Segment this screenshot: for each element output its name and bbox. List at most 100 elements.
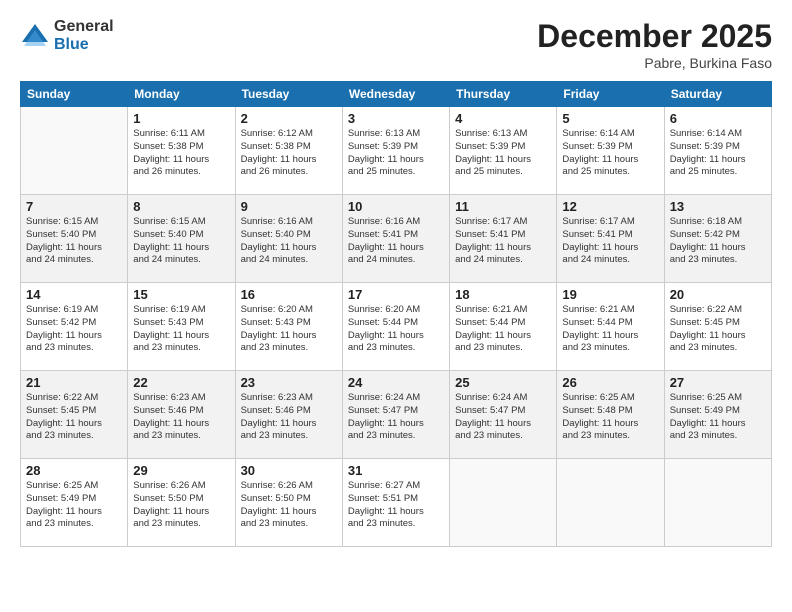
day-number: 22	[133, 375, 229, 390]
day-number: 23	[241, 375, 337, 390]
calendar-week-row: 1 Sunrise: 6:11 AM Sunset: 5:38 PM Daylig…	[21, 107, 772, 195]
calendar-day-cell: 22 Sunrise: 6:23 AM Sunset: 5:46 PM Dayli…	[128, 371, 235, 459]
title-block: December 2025 Pabre, Burkina Faso	[537, 18, 772, 71]
col-tuesday: Tuesday	[235, 82, 342, 107]
day-info: Sunrise: 6:20 AM Sunset: 5:44 PM Dayligh…	[348, 304, 444, 355]
month-title: December 2025	[537, 18, 772, 55]
day-number: 20	[670, 287, 766, 302]
col-friday: Friday	[557, 82, 664, 107]
day-number: 8	[133, 199, 229, 214]
day-number: 30	[241, 463, 337, 478]
calendar-body: 1 Sunrise: 6:11 AM Sunset: 5:38 PM Daylig…	[21, 107, 772, 547]
day-number: 4	[455, 111, 551, 126]
calendar-day-cell: 20Sunrise: 6:22 AM Sunset: 5:45 PM Dayli…	[664, 283, 771, 371]
calendar-day-cell: 2Sunrise: 6:12 AM Sunset: 5:38 PM Daylig…	[235, 107, 342, 195]
calendar-day-cell: 11Sunrise: 6:17 AM Sunset: 5:41 PM Dayli…	[450, 195, 557, 283]
day-info: Sunrise: 6:16 AM Sunset: 5:40 PM Dayligh…	[241, 216, 337, 267]
day-info: Sunrise: 6:15 AM Sunset: 5:40 PM Dayligh…	[26, 216, 122, 267]
col-monday: Monday	[128, 82, 235, 107]
day-number: 12	[562, 199, 658, 214]
day-number: 17	[348, 287, 444, 302]
day-info: Sunrise: 6:26 AM Sunset: 5:50 PM Dayligh…	[133, 480, 229, 531]
calendar-day-cell: 6 Sunrise: 6:14 AM Sunset: 5:39 PM Daylig…	[664, 107, 771, 195]
day-info: Sunrise: 6:21 AM Sunset: 5:44 PM Dayligh…	[562, 304, 658, 355]
day-number: 29	[133, 463, 229, 478]
day-number: 3	[348, 111, 444, 126]
calendar-day-cell: 28 Sunrise: 6:25 AM Sunset: 5:49 PM Dayli…	[21, 459, 128, 547]
day-number: 1	[133, 111, 229, 126]
col-sunday: Sunday	[21, 82, 128, 107]
calendar-week-row: 28 Sunrise: 6:25 AM Sunset: 5:49 PM Dayli…	[21, 459, 772, 547]
calendar-day-cell: 26 Sunrise: 6:25 AM Sunset: 5:48 PM Dayli…	[557, 371, 664, 459]
day-info: Sunrise: 6:14 AM Sunset: 5:39 PM Dayligh…	[670, 128, 766, 179]
calendar-day-cell: 16Sunrise: 6:20 AM Sunset: 5:43 PM Dayli…	[235, 283, 342, 371]
calendar-day-cell: 7 Sunrise: 6:15 AM Sunset: 5:40 PM Daylig…	[21, 195, 128, 283]
day-number: 25	[455, 375, 551, 390]
calendar-week-row: 21Sunrise: 6:22 AM Sunset: 5:45 PM Dayli…	[21, 371, 772, 459]
day-info: Sunrise: 6:13 AM Sunset: 5:39 PM Dayligh…	[348, 128, 444, 179]
day-info: Sunrise: 6:23 AM Sunset: 5:46 PM Dayligh…	[133, 392, 229, 443]
calendar-day-cell: 4 Sunrise: 6:13 AM Sunset: 5:39 PM Daylig…	[450, 107, 557, 195]
day-info: Sunrise: 6:17 AM Sunset: 5:41 PM Dayligh…	[562, 216, 658, 267]
day-number: 21	[26, 375, 122, 390]
day-info: Sunrise: 6:19 AM Sunset: 5:42 PM Dayligh…	[26, 304, 122, 355]
day-info: Sunrise: 6:20 AM Sunset: 5:43 PM Dayligh…	[241, 304, 337, 355]
day-number: 19	[562, 287, 658, 302]
day-info: Sunrise: 6:25 AM Sunset: 5:49 PM Dayligh…	[670, 392, 766, 443]
calendar-day-cell: 9 Sunrise: 6:16 AM Sunset: 5:40 PM Daylig…	[235, 195, 342, 283]
calendar-day-cell: 31Sunrise: 6:27 AM Sunset: 5:51 PM Dayli…	[342, 459, 449, 547]
logo: General Blue	[20, 18, 114, 53]
day-number: 31	[348, 463, 444, 478]
calendar-day-cell: 19 Sunrise: 6:21 AM Sunset: 5:44 PM Dayli…	[557, 283, 664, 371]
calendar-day-cell	[21, 107, 128, 195]
calendar-day-cell: 18 Sunrise: 6:21 AM Sunset: 5:44 PM Dayli…	[450, 283, 557, 371]
day-number: 13	[670, 199, 766, 214]
day-number: 7	[26, 199, 122, 214]
calendar-day-cell: 25 Sunrise: 6:24 AM Sunset: 5:47 PM Dayli…	[450, 371, 557, 459]
calendar-day-cell: 10 Sunrise: 6:16 AM Sunset: 5:41 PM Dayli…	[342, 195, 449, 283]
calendar-day-cell: 14Sunrise: 6:19 AM Sunset: 5:42 PM Dayli…	[21, 283, 128, 371]
calendar-day-cell: 8 Sunrise: 6:15 AM Sunset: 5:40 PM Daylig…	[128, 195, 235, 283]
day-number: 6	[670, 111, 766, 126]
day-info: Sunrise: 6:26 AM Sunset: 5:50 PM Dayligh…	[241, 480, 337, 531]
calendar-day-cell	[664, 459, 771, 547]
day-number: 24	[348, 375, 444, 390]
day-info: Sunrise: 6:24 AM Sunset: 5:47 PM Dayligh…	[455, 392, 551, 443]
day-number: 26	[562, 375, 658, 390]
day-number: 10	[348, 199, 444, 214]
col-saturday: Saturday	[664, 82, 771, 107]
col-thursday: Thursday	[450, 82, 557, 107]
day-info: Sunrise: 6:12 AM Sunset: 5:38 PM Dayligh…	[241, 128, 337, 179]
calendar-day-cell: 12 Sunrise: 6:17 AM Sunset: 5:41 PM Dayli…	[557, 195, 664, 283]
calendar-day-cell: 21Sunrise: 6:22 AM Sunset: 5:45 PM Dayli…	[21, 371, 128, 459]
day-info: Sunrise: 6:11 AM Sunset: 5:38 PM Dayligh…	[133, 128, 229, 179]
day-info: Sunrise: 6:16 AM Sunset: 5:41 PM Dayligh…	[348, 216, 444, 267]
calendar-day-cell: 30 Sunrise: 6:26 AM Sunset: 5:50 PM Dayli…	[235, 459, 342, 547]
day-number: 9	[241, 199, 337, 214]
calendar-header-row: Sunday Monday Tuesday Wednesday Thursday…	[21, 82, 772, 107]
col-wednesday: Wednesday	[342, 82, 449, 107]
day-number: 27	[670, 375, 766, 390]
day-info: Sunrise: 6:14 AM Sunset: 5:39 PM Dayligh…	[562, 128, 658, 179]
day-number: 28	[26, 463, 122, 478]
day-number: 5	[562, 111, 658, 126]
calendar-page: General Blue December 2025 Pabre, Burkin…	[0, 0, 792, 612]
day-info: Sunrise: 6:21 AM Sunset: 5:44 PM Dayligh…	[455, 304, 551, 355]
calendar-week-row: 7 Sunrise: 6:15 AM Sunset: 5:40 PM Daylig…	[21, 195, 772, 283]
page-header: General Blue December 2025 Pabre, Burkin…	[20, 18, 772, 71]
calendar-day-cell: 17 Sunrise: 6:20 AM Sunset: 5:44 PM Dayli…	[342, 283, 449, 371]
day-info: Sunrise: 6:24 AM Sunset: 5:47 PM Dayligh…	[348, 392, 444, 443]
calendar-day-cell	[557, 459, 664, 547]
logo-icon	[20, 22, 50, 50]
calendar-week-row: 14Sunrise: 6:19 AM Sunset: 5:42 PM Dayli…	[21, 283, 772, 371]
day-info: Sunrise: 6:15 AM Sunset: 5:40 PM Dayligh…	[133, 216, 229, 267]
day-info: Sunrise: 6:25 AM Sunset: 5:49 PM Dayligh…	[26, 480, 122, 531]
calendar-day-cell: 5 Sunrise: 6:14 AM Sunset: 5:39 PM Daylig…	[557, 107, 664, 195]
calendar-table: Sunday Monday Tuesday Wednesday Thursday…	[20, 81, 772, 547]
day-number: 15	[133, 287, 229, 302]
day-number: 18	[455, 287, 551, 302]
day-info: Sunrise: 6:25 AM Sunset: 5:48 PM Dayligh…	[562, 392, 658, 443]
calendar-day-cell: 3 Sunrise: 6:13 AM Sunset: 5:39 PM Daylig…	[342, 107, 449, 195]
calendar-day-cell: 15Sunrise: 6:19 AM Sunset: 5:43 PM Dayli…	[128, 283, 235, 371]
day-info: Sunrise: 6:13 AM Sunset: 5:39 PM Dayligh…	[455, 128, 551, 179]
